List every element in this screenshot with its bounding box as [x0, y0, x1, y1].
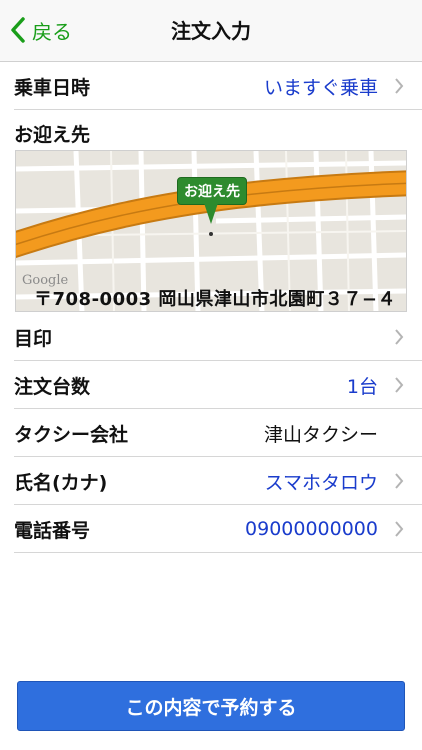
pickup-label: お迎え先: [14, 124, 91, 146]
taxi-company-label: タクシー会社: [14, 423, 129, 446]
landmark-row[interactable]: 目印: [0, 313, 422, 361]
ride-time-row[interactable]: 乗車日時 いますぐ乗車: [0, 62, 422, 110]
ride-time-value: いますぐ乗車: [263, 76, 378, 99]
chevron-right-icon: [395, 78, 404, 94]
chevron-right-icon: [395, 329, 404, 345]
chevron-right-icon: [395, 377, 404, 393]
taxi-count-label: 注文台数: [14, 375, 91, 398]
ride-time-label: 乗車日時: [14, 76, 91, 99]
map-pin-icon: [203, 200, 219, 224]
landmark-label: 目印: [14, 327, 53, 350]
phone-label: 電話番号: [14, 519, 91, 542]
pickup-map[interactable]: Google お迎え先 〒708-0003 岡山県津山市北園町３７−４: [15, 150, 407, 312]
page-title: 注文入力: [171, 19, 251, 43]
taxi-count-value: 1台: [346, 375, 378, 398]
phone-value: 09000000000: [245, 518, 378, 540]
navigation-bar: 戻る 注文入力: [0, 0, 422, 62]
taxi-count-row[interactable]: 注文台数 1台: [0, 361, 422, 409]
taxi-company-value: 津山タクシー: [263, 423, 378, 446]
name-kana-label: 氏名(カナ): [14, 471, 108, 494]
pickup-address: 〒708-0003 岡山県津山市北園町３７−４: [34, 289, 396, 310]
reserve-button[interactable]: この内容で予約する: [17, 681, 405, 731]
name-kana-row[interactable]: 氏名(カナ) スマホタロウ: [0, 457, 422, 505]
phone-row[interactable]: 電話番号 09000000000: [0, 505, 422, 553]
chevron-right-icon: [395, 473, 404, 489]
taxi-company-row: タクシー会社 津山タクシー: [0, 409, 422, 457]
chevron-right-icon: [395, 521, 404, 537]
name-kana-value: スマホタロウ: [264, 471, 378, 494]
